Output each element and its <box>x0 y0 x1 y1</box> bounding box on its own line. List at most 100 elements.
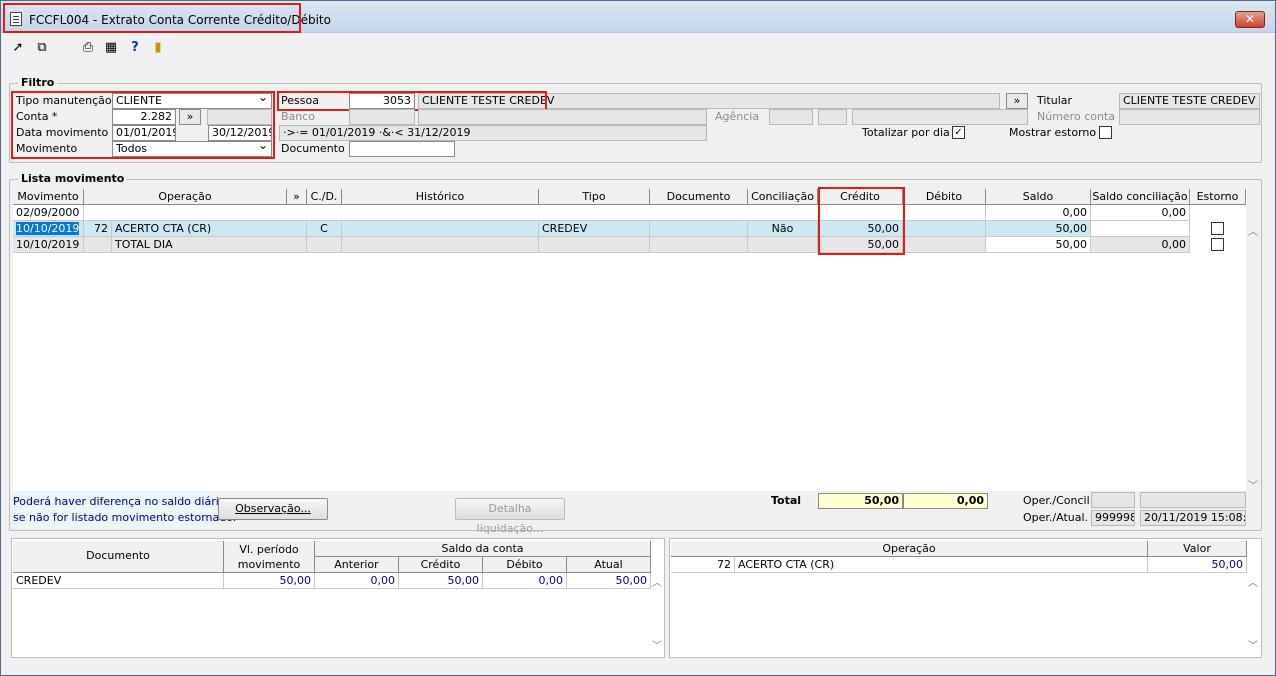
cell-operacao: ACERTO CTA (CR) <box>112 221 307 237</box>
observacao-button-label: Observação... <box>235 502 311 515</box>
documento-label: Documento <box>281 142 345 155</box>
estorno-checkbox[interactable] <box>1211 238 1224 251</box>
observacao-button[interactable]: Observação... <box>218 498 328 520</box>
bl-header-atual[interactable]: Atual <box>567 557 651 573</box>
conta-lookup-button[interactable]: » <box>179 109 201 125</box>
agencia-field <box>769 109 813 125</box>
col-header-saldo[interactable]: Saldo <box>986 189 1091 205</box>
total-label: Total <box>771 494 802 507</box>
bl-scroll-down-icon[interactable]: ﹀ <box>652 637 662 652</box>
bl-cell-anterior: 0,00 <box>315 573 399 589</box>
col-header-movimento[interactable]: Movimento <box>13 189 84 205</box>
cell-conciliacao: Não <box>748 221 818 237</box>
cell-movimento: 10/10/2019 <box>13 221 84 237</box>
oper-concil-code <box>1091 492 1135 508</box>
col-header-debito[interactable]: Débito <box>903 189 986 205</box>
print-icon[interactable]: ⎙ <box>81 41 95 55</box>
copy-icon[interactable]: ⧉ <box>35 41 49 55</box>
cell-empty <box>84 205 986 221</box>
br-header-valor[interactable]: Valor <box>1148 541 1247 557</box>
col-header-expand[interactable]: » <box>287 189 307 205</box>
agencia-dv-field <box>818 109 847 125</box>
conta-input[interactable]: 2.282 <box>112 109 176 125</box>
oper-atual-code: 999998 <box>1091 510 1135 526</box>
br-cell-valor: 50,00 <box>1148 557 1247 573</box>
cell-saldo-conciliacao <box>1091 221 1190 237</box>
filtro-label: Filtro <box>18 76 58 89</box>
bl-header-debito[interactable]: Débito <box>483 557 567 573</box>
col-header-operacao[interactable]: Operação <box>84 189 287 205</box>
col-header-saldo-conciliacao[interactable]: Saldo conciliação <box>1091 189 1190 205</box>
br-scroll-up-icon[interactable]: ︿ <box>1248 574 1258 589</box>
documento-input[interactable] <box>349 141 455 157</box>
bl-header-saldo-conta: Saldo da conta <box>315 541 651 557</box>
movimento-select[interactable]: Todos <box>112 141 272 157</box>
total-credito-field: 50,00 <box>818 493 903 509</box>
bl-cell-vl-periodo: 50,00 <box>224 573 315 589</box>
bl-header-vl-periodo[interactable]: Vl. período movimento <box>224 541 315 573</box>
cell-cd <box>307 237 342 253</box>
scroll-up-icon[interactable]: ︿ <box>1248 223 1258 238</box>
cell-historico <box>342 221 539 237</box>
conta-extra-field <box>207 109 272 125</box>
cell-saldo: 50,00 <box>986 237 1091 253</box>
bl-header-credito[interactable]: Crédito <box>399 557 483 573</box>
mostrar-estorno-checkbox[interactable] <box>1099 126 1112 139</box>
grid-icon[interactable]: ▦ <box>104 41 118 55</box>
bl-cell-credito: 50,00 <box>399 573 483 589</box>
col-header-tipo[interactable]: Tipo <box>539 189 650 205</box>
bl-header-anterior[interactable]: Anterior <box>315 557 399 573</box>
scroll-down-icon[interactable]: ﹀ <box>1248 477 1258 492</box>
banco-code-field <box>349 109 415 125</box>
titular-field: CLIENTE TESTE CREDEV <box>1119 93 1260 109</box>
oper-concil-label: Oper./Concil. <box>1023 494 1094 507</box>
detalha-liquidacao-button[interactable]: Detalha liquidação... <box>455 498 565 535</box>
br-cell-code: 72 <box>671 557 735 573</box>
help-icon[interactable]: ? <box>128 41 142 55</box>
col-header-cd[interactable]: C./D. <box>307 189 342 205</box>
titular-label: Titular <box>1037 94 1073 107</box>
br-header-operacao[interactable]: Operação <box>671 541 1148 557</box>
note-line1: Poderá haver diferença no saldo diário, <box>13 495 229 508</box>
title-highlight-box <box>3 3 301 33</box>
numero-conta-field <box>1119 109 1260 125</box>
cell-saldo-conciliacao: 0,00 <box>1091 205 1190 221</box>
main-window: FCCFL004 - Extrato Conta Corrente Crédit… <box>0 0 1276 676</box>
col-header-credito[interactable]: Crédito <box>818 189 903 205</box>
tipo-manutencao-select[interactable]: CLIENTE <box>112 93 272 109</box>
pessoa-label: Pessoa <box>281 94 319 107</box>
estorno-checkbox[interactable] <box>1211 222 1224 235</box>
pessoa-code-input[interactable]: 3053 <box>349 93 415 109</box>
tipo-manutencao-label: Tipo manutenção <box>16 94 112 107</box>
bl-cell-documento: CREDEV <box>13 573 224 589</box>
bl-header-documento[interactable]: Documento <box>13 541 224 573</box>
bl-cell-debito: 0,00 <box>483 573 567 589</box>
cell-debito <box>903 237 986 253</box>
col-header-conciliacao[interactable]: Conciliação <box>748 189 818 205</box>
close-button[interactable]: ✕ <box>1235 11 1265 28</box>
exit-icon[interactable]: ▮ <box>151 41 165 55</box>
totalizar-checkbox[interactable]: ✓ <box>952 126 965 139</box>
agencia-label: Agência <box>715 110 760 123</box>
br-scroll-down-icon[interactable]: ﹀ <box>1248 637 1258 652</box>
export-icon[interactable]: ➚ <box>11 41 25 55</box>
col-header-documento[interactable]: Documento <box>650 189 748 205</box>
conta-label: Conta * <box>16 110 58 123</box>
numero-conta-label: Número conta <box>1037 110 1115 123</box>
data-fim-input[interactable]: 30/12/2019 <box>208 125 272 141</box>
grid-scrollbar[interactable] <box>1246 205 1259 491</box>
cell-debito <box>903 221 986 237</box>
oper-atual-date: 20/11/2019 15:08:11 <box>1140 510 1246 526</box>
mostrar-estorno-label: Mostrar estorno <box>1009 126 1097 139</box>
cell-movimento: 02/09/2000 <box>13 205 84 221</box>
col-header-estorno[interactable]: Estorno <box>1190 189 1246 205</box>
oper-atual-label: Oper./Atual. <box>1023 511 1089 524</box>
pessoa-name-field: CLIENTE TESTE CREDEV <box>418 93 1000 109</box>
cell-cd: C <box>307 221 342 237</box>
pessoa-lookup-button[interactable]: » <box>1006 93 1028 109</box>
data-inicio-input[interactable]: 01/01/2019 <box>112 125 176 141</box>
cell-saldo-conciliacao: 0,00 <box>1091 237 1190 253</box>
col-header-historico[interactable]: Histórico <box>342 189 539 205</box>
cell-saldo: 50,00 <box>986 221 1091 237</box>
bl-scroll-up-icon[interactable]: ︿ <box>652 574 662 589</box>
